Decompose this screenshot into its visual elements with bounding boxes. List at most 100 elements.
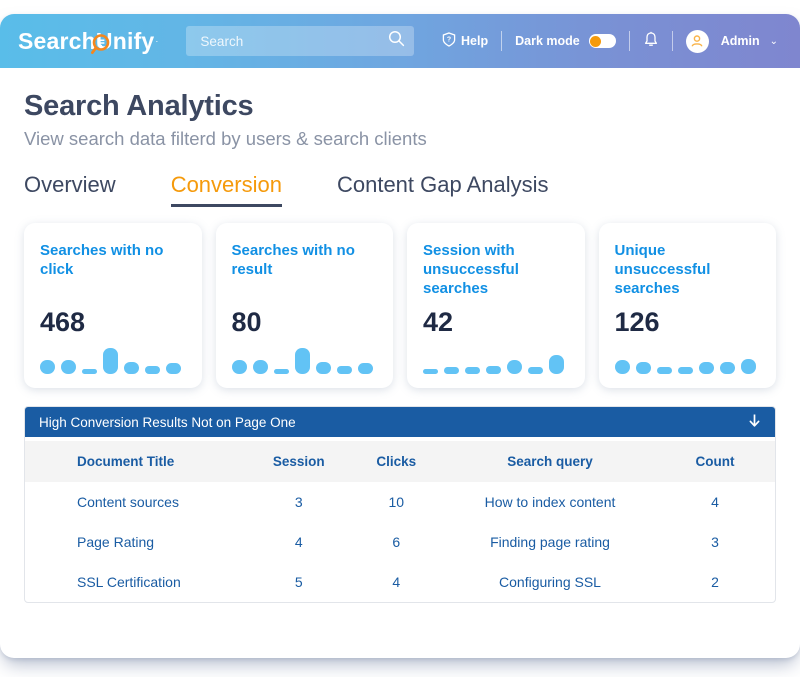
header-actions: ? Help Dark mode Admin ⌄ [442, 29, 778, 53]
arrow-down-icon[interactable] [748, 413, 761, 431]
kpi-sparkline [231, 348, 378, 374]
sparkline-bar [528, 367, 543, 374]
cell-clicks: 6 [392, 534, 401, 550]
kpi-card-unique-unsuccessful-searches[interactable]: Unique unsuccessful searches 126 [598, 223, 776, 388]
user-menu[interactable]: Admin ⌄ [685, 29, 778, 53]
page-body: Search Analytics View search data filter… [0, 90, 800, 603]
sparkline-bar [145, 366, 160, 374]
table-header-row: Document Title Session Clicks Search que… [25, 441, 775, 482]
results-table-body: Content sources 3 10 How to index conten… [25, 482, 775, 602]
table-row[interactable]: SSL Certification 5 4 Configuring SSL 2 [25, 562, 775, 602]
kpi-sparkline [614, 348, 761, 374]
cell-count: 4 [711, 494, 719, 510]
kpi-card-list: Searches with no click 468 Searches with… [24, 223, 776, 388]
sparkline-bar [315, 362, 331, 374]
dark-mode-label: Dark mode [515, 34, 580, 48]
column-header-search-query[interactable]: Search query [445, 441, 655, 482]
sparkline-bar [103, 348, 118, 374]
kpi-card-value: 126 [614, 307, 660, 337]
kpi-card-session-with-unsuccessful-searches[interactable]: Session with unsuccessful searches 42 [407, 223, 585, 388]
kpi-card-title: Searches with no result [231, 242, 355, 279]
tab-overview[interactable]: Overview [24, 172, 116, 207]
sparkline-bar [635, 362, 651, 374]
cell-document-title[interactable]: Content sources [25, 482, 250, 522]
svg-text:?: ? [447, 37, 451, 44]
header-divider [671, 31, 673, 51]
sparkline-bar [614, 360, 630, 374]
app-header: SearchUnify · Search ? Help Dark mode Ad… [0, 14, 800, 68]
user-label: Admin [720, 34, 760, 48]
page-title: Search Analytics [24, 90, 254, 122]
cell-count: 2 [711, 574, 719, 590]
header-divider [628, 31, 630, 51]
kpi-card-searches-with-no-result[interactable]: Searches with no result 80 [215, 223, 393, 388]
column-header-document-title[interactable]: Document Title [25, 441, 250, 482]
cell-search-query[interactable]: Finding page rating [445, 522, 655, 562]
sparkline-bar [465, 367, 480, 374]
search-icon[interactable] [388, 30, 405, 52]
dark-mode-toggle[interactable]: Dark mode [515, 34, 616, 48]
global-search[interactable] [186, 26, 415, 56]
sparkline-bar [656, 367, 672, 374]
cell-document-title[interactable]: Page Rating [25, 522, 250, 562]
cell-count: 3 [711, 534, 719, 550]
tab-conversion[interactable]: Conversion [170, 172, 283, 207]
brand-logo-text: SearchUnify [18, 27, 155, 54]
column-header-session[interactable]: Session [250, 441, 348, 482]
column-header-count[interactable]: Count [655, 441, 775, 482]
help-button[interactable]: ? Help [442, 32, 488, 50]
sparkline-bar [486, 366, 501, 374]
kpi-card-title: Unique unsuccessful searches [614, 242, 711, 298]
sparkline-bar [507, 360, 522, 374]
kpi-card-value: 42 [423, 307, 454, 337]
sparkline-bar [357, 363, 373, 374]
sparkline-bar [61, 360, 76, 374]
kpi-card-value: 468 [40, 307, 86, 337]
sparkline-bar [166, 363, 181, 374]
brand-logo[interactable]: SearchUnify · [18, 28, 158, 55]
sparkline-bar [740, 359, 756, 374]
chevron-down-icon[interactable]: ⌄ [770, 36, 778, 47]
sparkline-bar [336, 366, 352, 374]
table-row[interactable]: Page Rating 4 6 Finding page rating 3 [25, 522, 775, 562]
kpi-card-title: Session with unsuccessful searches [423, 242, 519, 298]
magnifier-icon [90, 33, 114, 56]
notifications-button[interactable] [643, 31, 659, 51]
results-table: Document Title Session Clicks Search que… [25, 441, 775, 602]
help-shield-icon: ? [442, 32, 456, 50]
sparkline-bar [40, 360, 55, 374]
cell-search-query[interactable]: Configuring SSL [445, 562, 655, 602]
sparkline-bar [698, 362, 714, 374]
cell-document-title[interactable]: SSL Certification [25, 562, 250, 602]
kpi-card-title: Searches with no click [40, 242, 164, 279]
brand-trademark: · [155, 36, 159, 46]
sparkline-bar [124, 362, 139, 374]
sparkline-bar [677, 367, 693, 374]
cell-session: 4 [294, 534, 303, 550]
results-panel-title: High Conversion Results Not on Page One [39, 414, 296, 430]
tab-bar: Overview Conversion Content Gap Analysis [24, 167, 776, 207]
app-window: SearchUnify · Search ? Help Dark mode Ad… [0, 14, 800, 658]
table-row[interactable]: Content sources 3 10 How to index conten… [25, 482, 775, 522]
results-panel-header[interactable]: High Conversion Results Not on Page One [25, 407, 775, 437]
tab-content-gap-analysis[interactable]: Content Gap Analysis [337, 172, 549, 207]
kpi-sparkline [423, 348, 569, 374]
cell-clicks: 4 [392, 574, 401, 590]
kpi-sparkline [40, 348, 186, 374]
help-label: Help [461, 34, 489, 48]
cell-search-query[interactable]: How to index content [445, 482, 655, 522]
sparkline-bar [252, 360, 268, 374]
dark-mode-switch[interactable] [588, 34, 616, 48]
kpi-card-value: 80 [231, 307, 262, 337]
header-divider [501, 31, 503, 51]
sparkline-bar [549, 355, 564, 374]
column-header-clicks[interactable]: Clicks [348, 441, 446, 482]
sparkline-bar [719, 362, 735, 374]
cell-session: 5 [294, 574, 303, 590]
cell-clicks: 10 [388, 494, 405, 510]
sparkline-bar [444, 367, 459, 374]
kpi-card-searches-with-no-click[interactable]: Searches with no click 468 [24, 223, 202, 388]
search-input[interactable] [198, 32, 378, 50]
sparkline-bar [231, 360, 247, 374]
sparkline-bar [82, 369, 97, 374]
